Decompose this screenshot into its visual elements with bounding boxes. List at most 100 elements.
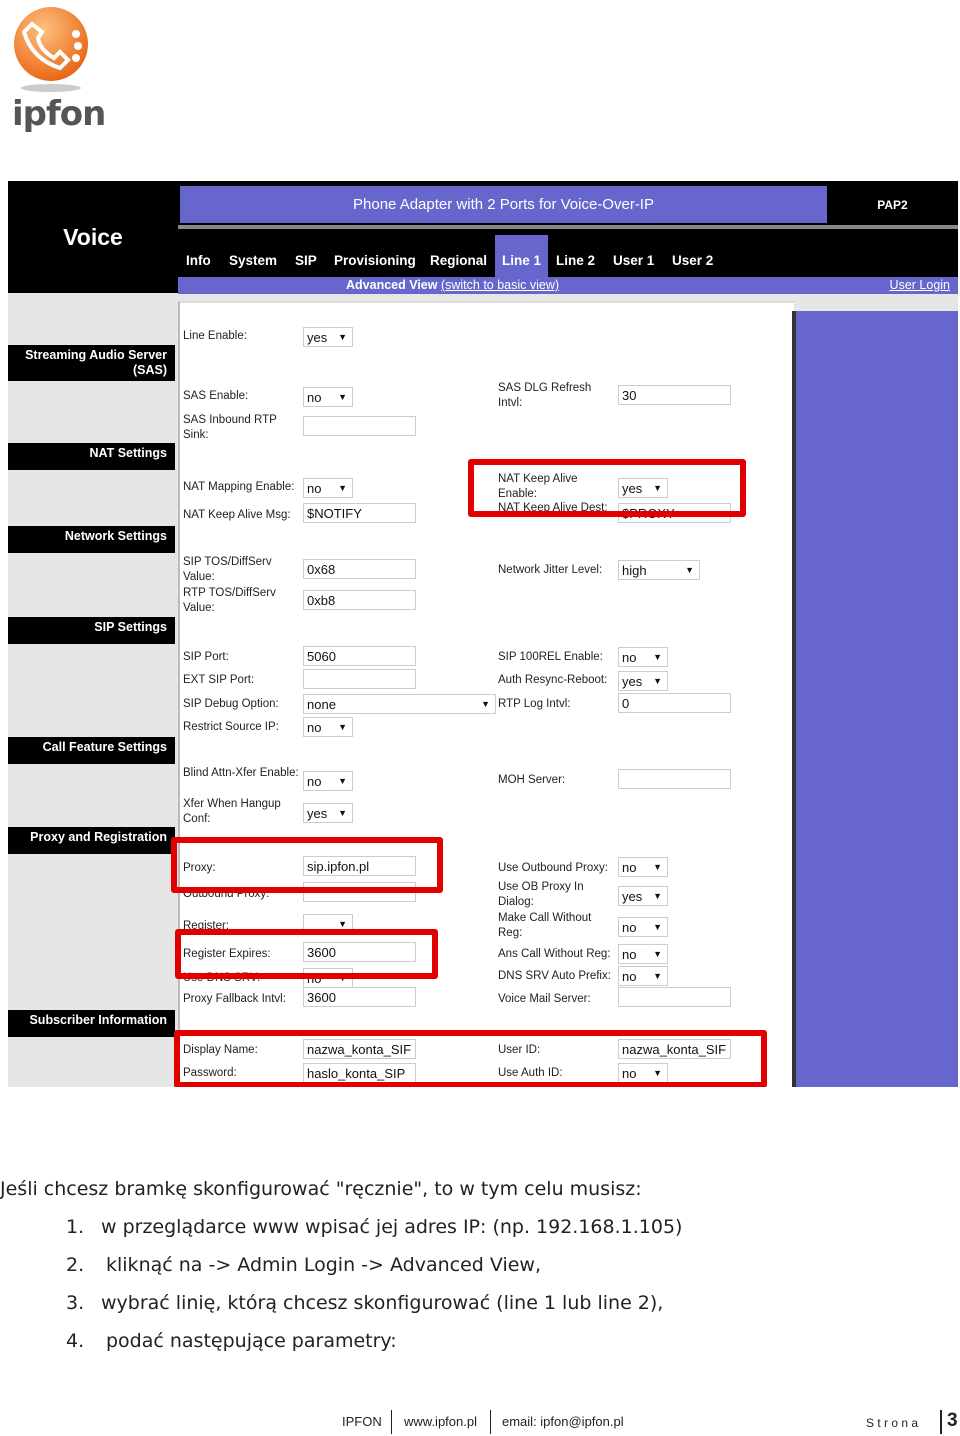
field-value: yes bbox=[622, 889, 643, 904]
dropdown-arrow-icon: ▼ bbox=[685, 565, 694, 575]
highlight-box bbox=[174, 1030, 767, 1087]
ext-sip-port-input[interactable] bbox=[303, 669, 416, 689]
dropdown-arrow-icon: ▼ bbox=[338, 808, 347, 818]
tab-user-2[interactable]: User 2 bbox=[665, 235, 720, 281]
field-value: no bbox=[622, 969, 637, 984]
field-value: yes bbox=[307, 806, 328, 821]
advanced-view-label: Advanced View bbox=[346, 278, 438, 292]
sip-tos-diffserv-value-label: SIP TOS/DiffServ Value: bbox=[183, 556, 272, 583]
footer-email[interactable]: email: ipfon@ipfon.pl bbox=[502, 1414, 624, 1429]
dns-srv-auto-prefix-select[interactable]: no ▼ bbox=[618, 966, 668, 986]
blind-attn-xfer-enable-label: Blind Attn-Xfer Enable: bbox=[183, 767, 299, 779]
make-call-without-reg-label: Make Call Without Reg: bbox=[498, 912, 592, 939]
ans-call-without-reg-select[interactable]: no ▼ bbox=[618, 944, 668, 964]
rtp-log-intvl-label: RTP Log Intvl: bbox=[498, 698, 571, 710]
highlight-box bbox=[468, 459, 746, 517]
section-title: Voice bbox=[63, 223, 123, 250]
sip-tos-diffserv-value-input[interactable]: 0x68 bbox=[303, 559, 416, 579]
dropdown-arrow-icon: ▼ bbox=[653, 652, 662, 662]
step-text: wybrać linię, którą chcesz skonfigurować… bbox=[101, 1292, 664, 1314]
page-label: S t r o n a bbox=[866, 1416, 919, 1430]
footer-divider bbox=[490, 1410, 491, 1434]
footer-divider bbox=[391, 1410, 392, 1434]
pap2-config-screenshot: Voice Phone Adapter with 2 Ports for Voi… bbox=[8, 181, 958, 1087]
xfer-when-hangup-conf-select[interactable]: yes ▼ bbox=[303, 803, 353, 823]
model-name: PAP2 bbox=[877, 198, 908, 212]
section-header: Network Settings bbox=[8, 526, 175, 553]
voice-mail-server-label: Voice Mail Server: bbox=[498, 993, 591, 1005]
proxy-fallback-intvl-label: Proxy Fallback Intvl: bbox=[183, 993, 286, 1005]
tab-provisioning[interactable]: Provisioning bbox=[327, 235, 423, 281]
dropdown-arrow-icon: ▼ bbox=[653, 862, 662, 872]
blind-attn-xfer-enable-select[interactable]: no ▼ bbox=[303, 771, 353, 791]
restrict-source-ip-label: Restrict Source IP: bbox=[183, 721, 279, 733]
use-outbound-proxy-label: Use Outbound Proxy: bbox=[498, 862, 608, 874]
moh-server-input[interactable] bbox=[618, 769, 731, 789]
field-value: no bbox=[307, 390, 322, 405]
footer-website[interactable]: www.ipfon.pl bbox=[404, 1414, 477, 1429]
instructions-intro: Jeśli chcesz bramkę skonfigurować "ręczn… bbox=[0, 1178, 642, 1200]
step-text: w przeglądarce www wpisać jej adres IP: … bbox=[101, 1216, 683, 1238]
dropdown-arrow-icon: ▼ bbox=[338, 776, 347, 786]
section-header: NAT Settings bbox=[8, 443, 175, 470]
field-value: 0xb8 bbox=[307, 593, 336, 608]
tab-regional[interactable]: Regional bbox=[423, 235, 494, 281]
field-value: yes bbox=[307, 330, 328, 345]
dns-srv-auto-prefix-label: DNS SRV Auto Prefix: bbox=[498, 970, 611, 982]
voice-mail-server-input[interactable] bbox=[618, 987, 731, 1007]
nav-tabs: Info System SIP Provisioning Regional Line 1L… bbox=[178, 225, 958, 281]
sip-port-input[interactable]: 5060 bbox=[303, 646, 416, 666]
use-ob-proxy-in-dialog-select[interactable]: yes ▼ bbox=[618, 886, 668, 906]
use-ob-proxy-in-dialog-label: Use OB Proxy In Dialog: bbox=[498, 881, 584, 908]
nat-mapping-enable-select[interactable]: no ▼ bbox=[303, 478, 353, 498]
tab-line-1[interactable]: Line 1 bbox=[495, 235, 549, 281]
sas-enable-select[interactable]: no ▼ bbox=[303, 387, 353, 407]
dropdown-arrow-icon: ▼ bbox=[653, 676, 662, 686]
nat-keep-alive-msg-label: NAT Keep Alive Msg: bbox=[183, 509, 291, 521]
ipfon-logo bbox=[10, 4, 92, 94]
nat-keep-alive-msg-input[interactable]: $NOTIFY bbox=[303, 503, 416, 523]
rtp-log-intvl-input[interactable]: 0 bbox=[618, 693, 731, 713]
view-label: Advanced View (switch to basic view) bbox=[346, 278, 559, 292]
field-value: no bbox=[307, 774, 322, 789]
dropdown-arrow-icon: ▼ bbox=[653, 891, 662, 901]
rtp-tos-diffserv-value-label: RTP TOS/DiffServ Value: bbox=[183, 587, 276, 614]
tab-user-1[interactable]: User 1 bbox=[606, 235, 661, 281]
tab-line-2[interactable]: Line 2 bbox=[549, 235, 602, 281]
sip-debug-option-select[interactable]: none ▼ bbox=[303, 694, 496, 714]
make-call-without-reg-select[interactable]: no ▼ bbox=[618, 917, 668, 937]
auth-resync-reboot-select[interactable]: yes ▼ bbox=[618, 671, 668, 691]
use-outbound-proxy-select[interactable]: no ▼ bbox=[618, 857, 668, 877]
moh-server-label: MOH Server: bbox=[498, 774, 566, 786]
highlight-box bbox=[171, 837, 443, 893]
field-value: yes bbox=[622, 674, 643, 689]
step-text: kliknąć na -> Admin Login -> Advanced Vi… bbox=[106, 1254, 541, 1276]
proxy-fallback-intvl-input[interactable]: 3600 bbox=[303, 987, 416, 1007]
user-login-link[interactable]: User Login bbox=[890, 278, 950, 292]
line-enable-select[interactable]: yes ▼ bbox=[303, 327, 353, 347]
field-value: high bbox=[622, 563, 647, 578]
field-value: no bbox=[622, 650, 637, 665]
logo-wordmark: ipfon bbox=[12, 94, 106, 134]
field-value: no bbox=[307, 720, 322, 735]
field-value: none bbox=[307, 697, 336, 712]
sas-dlg-refresh-intvl-input[interactable]: 30 bbox=[618, 385, 731, 405]
line-enable-label: Line Enable: bbox=[183, 330, 247, 342]
restrict-source-ip-select[interactable]: no ▼ bbox=[303, 717, 353, 737]
step-number: 1. bbox=[66, 1216, 85, 1238]
sas-inbound-rtp-sink-input[interactable] bbox=[303, 416, 416, 436]
rtp-tos-diffserv-value-input[interactable]: 0xb8 bbox=[303, 590, 416, 610]
sas-inbound-rtp-sink-label: SAS Inbound RTP Sink: bbox=[183, 414, 277, 441]
tab-system[interactable]: System bbox=[222, 235, 284, 281]
sip-debug-option-label: SIP Debug Option: bbox=[183, 698, 279, 710]
sip-port-label: SIP Port: bbox=[183, 651, 229, 663]
network-jitter-level-select[interactable]: high ▼ bbox=[618, 560, 700, 580]
sip-100rel-enable-select[interactable]: no ▼ bbox=[618, 647, 668, 667]
switch-basic-view-link[interactable]: (switch to basic view) bbox=[441, 278, 559, 292]
section-header: Call Feature Settings bbox=[8, 737, 175, 764]
tab-sip[interactable]: SIP bbox=[288, 235, 324, 281]
tab-info[interactable]: Info bbox=[179, 235, 218, 281]
right-panel bbox=[792, 311, 958, 1087]
field-value: 0 bbox=[622, 696, 630, 711]
field-value: no bbox=[307, 481, 322, 496]
